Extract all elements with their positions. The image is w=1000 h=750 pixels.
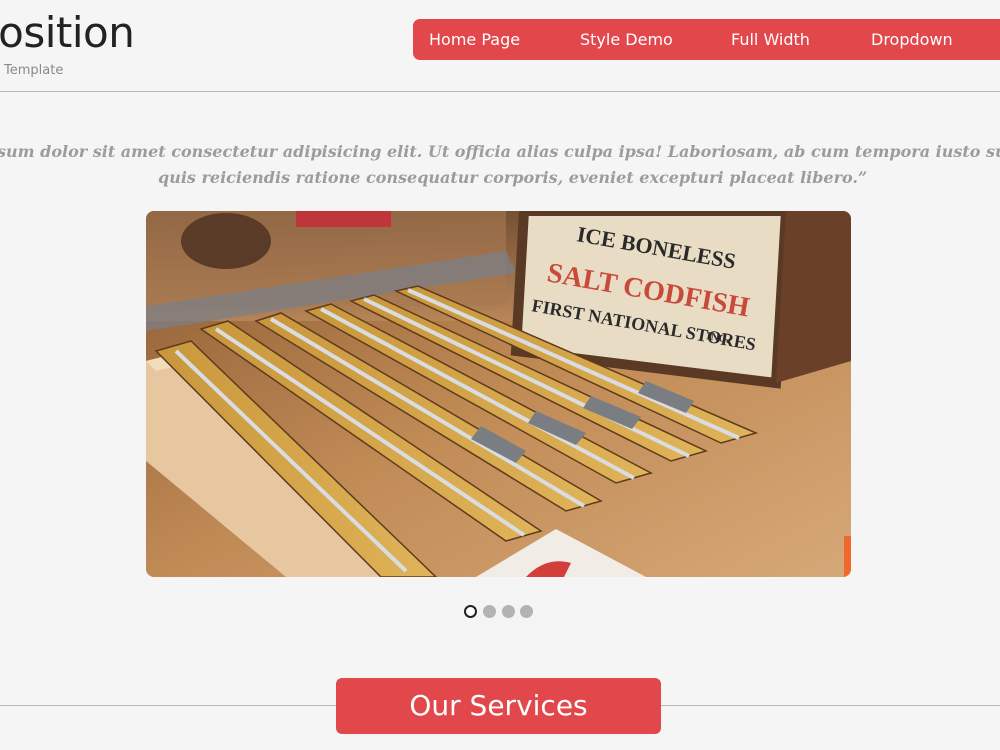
- slide-image-rulers: ICE BONELESS SALT CODFISH FIRST NATIONAL…: [146, 211, 851, 577]
- header-divider: [0, 91, 1000, 92]
- site-tagline: Template: [4, 63, 64, 78]
- nav-home-page[interactable]: Home Page: [429, 19, 520, 60]
- slider-dot-1[interactable]: [464, 605, 477, 618]
- nav-dropdown[interactable]: Dropdown: [871, 19, 953, 60]
- site-title[interactable]: position: [0, 8, 135, 57]
- slider-dot-4[interactable]: [520, 605, 533, 618]
- slider-dot-3[interactable]: [502, 605, 515, 618]
- main-navigation: Home Page Style Demo Full Width Dropdown: [413, 19, 1000, 60]
- image-slider[interactable]: ICE BONELESS SALT CODFISH FIRST NATIONAL…: [146, 211, 851, 577]
- quote-line-1: sum dolor sit amet consectetur adipisici…: [0, 142, 1000, 161]
- nav-full-width[interactable]: Full Width: [731, 19, 810, 60]
- nav-style-demo[interactable]: Style Demo: [580, 19, 673, 60]
- slider-dot-2[interactable]: [483, 605, 496, 618]
- our-services-heading: Our Services: [336, 678, 661, 734]
- quote-line-2: quis reiciendis ratione consequatur corp…: [158, 168, 868, 187]
